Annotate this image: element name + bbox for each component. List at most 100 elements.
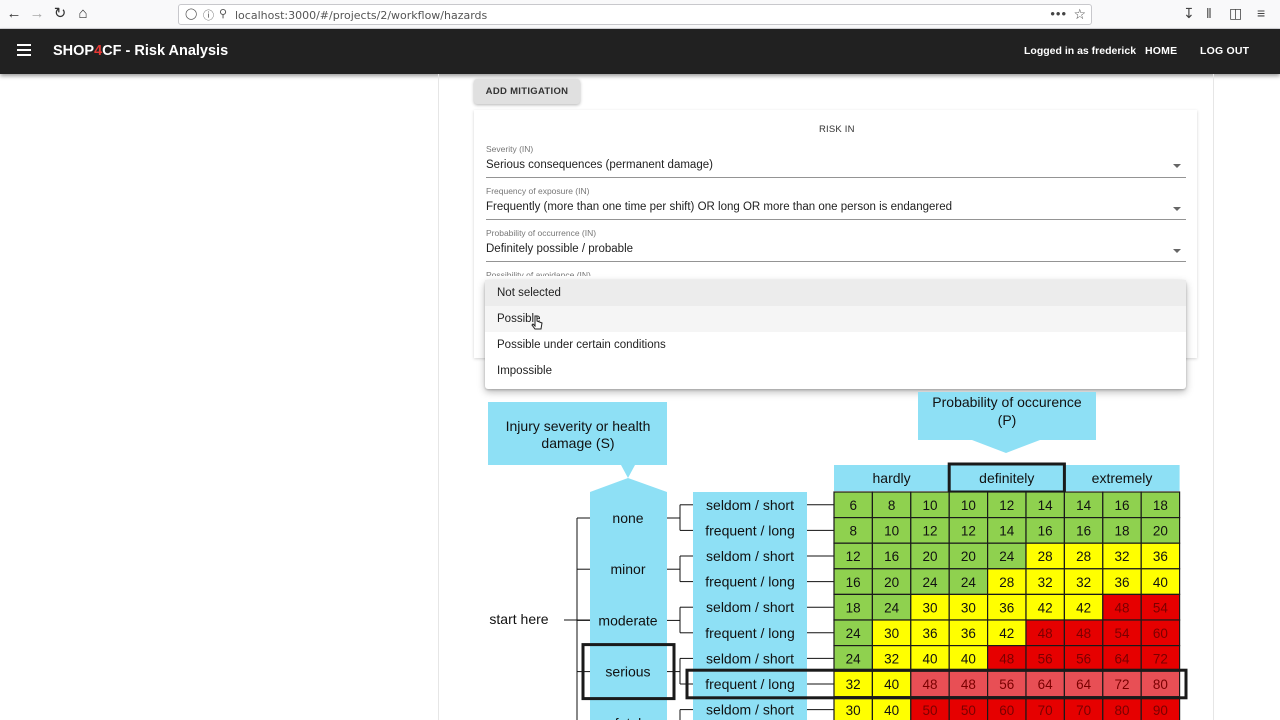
- probability-level-label: definitely: [979, 470, 1034, 486]
- option-not-selected[interactable]: Not selected: [485, 280, 1186, 306]
- option-impossible[interactable]: Impossible: [485, 358, 1186, 384]
- risk-cell-value: 40: [884, 677, 899, 692]
- risk-cell-value: 80: [1114, 703, 1129, 718]
- risk-cell-value: 70: [1038, 703, 1053, 718]
- frequency-level-label: seldom / short: [706, 599, 794, 615]
- probability-level-label: extremely: [1092, 470, 1153, 486]
- risk-cell-value: 24: [846, 652, 862, 667]
- frequency-level-label: frequent / long: [705, 522, 795, 538]
- risk-cell-value: 10: [961, 498, 976, 513]
- avoidance-label: Possibility of avoidance (IN): [486, 270, 591, 276]
- risk-cell-value: 30: [961, 600, 976, 615]
- risk-cell-value: 48: [922, 677, 937, 692]
- risk-cell-value: 12: [846, 549, 861, 564]
- home-icon[interactable]: ⌂: [73, 4, 93, 24]
- risk-cell-value: 36: [922, 626, 937, 641]
- sidebar-icon[interactable]: ◫: [1229, 5, 1242, 22]
- risk-cell-value: 14: [999, 524, 1015, 539]
- page-actions-menu[interactable]: •••: [1050, 6, 1067, 21]
- risk-cell-value: 64: [1114, 652, 1130, 667]
- severity-header-text: Injury severity or health: [506, 418, 651, 434]
- risk-cell-value: 30: [922, 600, 937, 615]
- risk-cell-value: 48: [999, 652, 1014, 667]
- frequency-underline: [486, 219, 1186, 220]
- risk-cell-value: 64: [1038, 677, 1054, 692]
- risk-cell-value: 80: [1153, 677, 1168, 692]
- risk-cell-value: 72: [1114, 677, 1129, 692]
- url-text[interactable]: localhost:3000/#/projects/2/workflow/haz…: [235, 9, 487, 22]
- risk-cell-value: 18: [846, 600, 861, 615]
- probability-header-text: Probability of occurence: [932, 394, 1082, 410]
- library-icon[interactable]: ‖: [1206, 5, 1212, 21]
- risk-cell-value: 48: [1038, 626, 1053, 641]
- risk-cell-value: 32: [1038, 575, 1053, 590]
- risk-cell-value: 20: [884, 575, 899, 590]
- risk-graph: Injury severity or healthdamage (S) Proba…: [488, 392, 1188, 720]
- risk-cell-value: 50: [961, 703, 976, 718]
- logout-button[interactable]: LOG OUT: [1200, 45, 1249, 57]
- risk-cell-value: 70: [1076, 703, 1091, 718]
- home-button[interactable]: HOME: [1145, 45, 1177, 57]
- frequency-level-label: seldom / short: [706, 650, 794, 666]
- risk-cell-value: 32: [1114, 549, 1129, 564]
- start-here-label: start here: [489, 611, 548, 627]
- risk-cell-value: 20: [961, 549, 976, 564]
- chevron-down-icon[interactable]: [1173, 249, 1181, 253]
- option-possible-under-conditions[interactable]: Possible under certain conditions: [485, 332, 1186, 358]
- risk-cell-value: 14: [1076, 498, 1092, 513]
- risk-cell-value: 48: [1114, 600, 1129, 615]
- risk-cell-value: 24: [961, 575, 977, 590]
- risk-cell-value: 12: [999, 498, 1014, 513]
- risk-cell-value: 32: [884, 652, 899, 667]
- probability-level-label: hardly: [873, 470, 911, 486]
- hamburger-menu-icon[interactable]: [17, 44, 31, 56]
- downloads-icon[interactable]: ↧: [1183, 5, 1195, 22]
- risk-cell-value: 40: [884, 703, 899, 718]
- risk-cell-value: 30: [884, 626, 899, 641]
- panel-right-border: [1213, 74, 1214, 720]
- risk-cell-value: 72: [1153, 652, 1168, 667]
- risk-cell-value: 12: [922, 524, 937, 539]
- risk-cell-value: 28: [1038, 549, 1053, 564]
- menu-icon[interactable]: ≡: [1257, 5, 1265, 21]
- bookmark-star-icon[interactable]: ☆: [1073, 6, 1086, 23]
- severity-level-label: moderate: [598, 612, 657, 628]
- risk-cell-value: 48: [961, 677, 976, 692]
- risk-cell-value: 20: [922, 549, 937, 564]
- back-icon[interactable]: ←: [4, 4, 24, 24]
- risk-in-title: RISK IN: [819, 124, 855, 135]
- risk-cell-value: 18: [1114, 524, 1129, 539]
- frequency-level-label: frequent / long: [705, 574, 795, 590]
- frequency-select[interactable]: Frequently (more than one time per shift…: [486, 201, 952, 213]
- url-bar[interactable]: ◯ ⓘ ⚲ localhost:3000/#/projects/2/workfl…: [178, 4, 1092, 25]
- app-title: SHOP4CF - Risk Analysis: [53, 43, 228, 59]
- reload-icon[interactable]: ↻: [50, 4, 70, 24]
- risk-cell-value: 40: [1153, 575, 1168, 590]
- severity-level-label: serious: [605, 664, 650, 680]
- frequency-level-label: frequent / long: [705, 625, 795, 641]
- chevron-down-icon[interactable]: [1173, 164, 1181, 168]
- panel-left-border: [438, 74, 439, 720]
- risk-cell-value: 28: [1076, 549, 1091, 564]
- option-possible[interactable]: Possible: [485, 306, 1186, 332]
- severity-label: Severity (IN): [486, 144, 534, 154]
- severity-underline: [486, 177, 1186, 178]
- probability-select[interactable]: Definitely possible / probable: [486, 243, 633, 255]
- severity-select[interactable]: Serious consequences (permanent damage): [486, 159, 713, 171]
- frequency-level-label: seldom / short: [706, 702, 794, 718]
- risk-cell-value: 64: [1076, 677, 1092, 692]
- risk-cell-value: 60: [999, 703, 1014, 718]
- risk-cell-value: 42: [1076, 600, 1091, 615]
- risk-cell-value: 56: [999, 677, 1014, 692]
- risk-cell-value: 60: [1153, 626, 1168, 641]
- risk-cell-value: 12: [961, 524, 976, 539]
- forward-icon[interactable]: →: [27, 4, 47, 24]
- risk-cell-value: 36: [961, 626, 976, 641]
- severity-level-label: none: [612, 510, 643, 526]
- info-icon[interactable]: ⓘ: [203, 7, 214, 23]
- chevron-down-icon[interactable]: [1173, 207, 1181, 211]
- probability-underline: [486, 261, 1186, 262]
- add-mitigation-button[interactable]: ADD MITIGATION: [474, 79, 580, 104]
- risk-cell-value: 56: [1038, 652, 1053, 667]
- risk-cell-value: 40: [961, 652, 976, 667]
